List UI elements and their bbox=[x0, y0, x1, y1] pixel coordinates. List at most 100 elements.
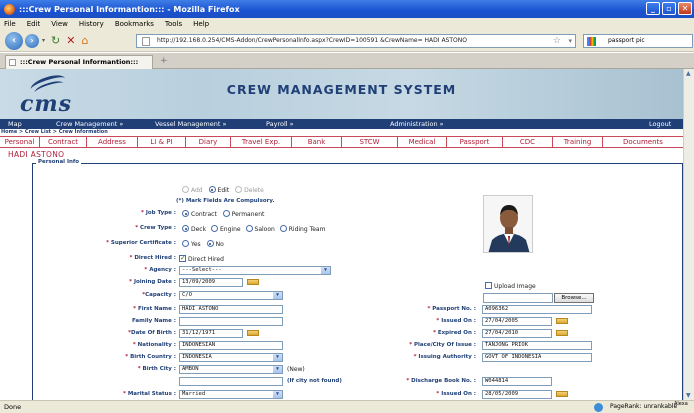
nav-logout[interactable]: Logout bbox=[649, 119, 671, 129]
birth-city-new[interactable]: (New) bbox=[287, 366, 305, 373]
tab-bank[interactable]: Bank bbox=[292, 137, 342, 148]
crew-type-riding-label: Riding Team bbox=[288, 226, 326, 233]
birth-city-select[interactable]: AMBON ▼ bbox=[179, 365, 283, 374]
joining-date-input[interactable]: 13/09/2009 bbox=[179, 278, 243, 287]
back-button[interactable]: ‹ bbox=[5, 31, 23, 50]
tab-passport[interactable]: Passport bbox=[447, 137, 503, 148]
tab-medical[interactable]: Medical bbox=[398, 137, 447, 148]
joining-date-label-text: Joining Date : bbox=[133, 279, 176, 285]
crew-type-deck-radio[interactable] bbox=[182, 225, 189, 232]
url-dropdown-icon[interactable]: ▾ bbox=[568, 35, 572, 47]
page-icon bbox=[142, 37, 150, 46]
superior-yes-radio[interactable] bbox=[182, 240, 189, 247]
search-engine-icon[interactable] bbox=[587, 37, 596, 46]
discharge-issued-input[interactable]: 28/05/2009 bbox=[482, 390, 552, 399]
tab-documents[interactable]: Documents bbox=[603, 137, 683, 148]
menu-view[interactable]: View bbox=[51, 20, 68, 28]
menu-history[interactable]: History bbox=[79, 20, 104, 28]
nationality-label-text: Nationality : bbox=[137, 342, 176, 348]
nav-vessel-management[interactable]: Vessel Management » bbox=[155, 119, 226, 129]
home-icon[interactable]: ⌂ bbox=[81, 34, 88, 47]
job-type-permanent-radio[interactable] bbox=[222, 210, 230, 217]
birth-country-select[interactable]: INDONESIA ▼ bbox=[179, 353, 283, 362]
superior-no-radio[interactable] bbox=[206, 240, 214, 247]
calendar-icon[interactable] bbox=[247, 279, 259, 285]
calendar-icon[interactable] bbox=[556, 318, 568, 324]
passport-no-input[interactable]: A096362 bbox=[482, 305, 592, 314]
crew-name: HADI ASTONO bbox=[8, 150, 65, 159]
history-dropdown-icon[interactable]: ▾ bbox=[42, 37, 45, 44]
job-type-contract-radio[interactable] bbox=[182, 210, 189, 217]
mode-add-radio[interactable] bbox=[182, 186, 189, 193]
browser-tab[interactable]: :::Crew Personal Informantion::: bbox=[5, 55, 153, 69]
forward-button[interactable]: › bbox=[25, 33, 39, 48]
menu-file[interactable]: File bbox=[4, 20, 16, 28]
new-tab-button[interactable]: + bbox=[160, 56, 168, 66]
dob-input[interactable]: 31/12/1971 bbox=[179, 329, 243, 338]
upload-image-checkbox[interactable] bbox=[485, 282, 492, 289]
calendar-icon[interactable] bbox=[556, 391, 568, 397]
tab-address[interactable]: Address bbox=[87, 137, 138, 148]
crew-type-label: * Crew Type : bbox=[135, 225, 176, 231]
breadcrumb-crew-list[interactable]: Crew List bbox=[25, 129, 51, 135]
tab-cdc[interactable]: CDC bbox=[503, 137, 553, 148]
reload-icon[interactable]: ↻ bbox=[51, 34, 60, 47]
nav-administration[interactable]: Administration » bbox=[390, 119, 444, 129]
nationality-input[interactable]: INDONESIAN bbox=[179, 341, 283, 350]
expired-on-label-text: Expired On : bbox=[437, 330, 476, 336]
menu-edit[interactable]: Edit bbox=[27, 20, 41, 28]
direct-hired-checkbox[interactable] bbox=[179, 254, 186, 262]
tab-li-pi[interactable]: LI & PI bbox=[138, 137, 186, 148]
addon-icon[interactable] bbox=[594, 403, 603, 412]
tab-stcw[interactable]: STCW bbox=[342, 137, 398, 148]
close-window-button[interactable]: ✕ bbox=[678, 2, 692, 15]
firefox-icon bbox=[4, 3, 15, 15]
scroll-up-icon[interactable]: ▲ bbox=[686, 70, 691, 77]
new-city-input[interactable] bbox=[179, 377, 283, 386]
tab-diary[interactable]: Diary bbox=[186, 137, 231, 148]
browse-button[interactable]: Browse... bbox=[554, 293, 594, 303]
agency-select[interactable]: ---Select--- ▼ bbox=[179, 266, 331, 275]
breadcrumb-home[interactable]: Home bbox=[1, 129, 17, 135]
family-name-input[interactable] bbox=[179, 317, 283, 326]
tab-training[interactable]: Training bbox=[553, 137, 603, 148]
menu-tools[interactable]: Tools bbox=[165, 20, 182, 28]
menu-help[interactable]: Help bbox=[193, 20, 209, 28]
menu-bookmarks[interactable]: Bookmarks bbox=[115, 20, 154, 28]
minimize-button[interactable]: _ bbox=[646, 2, 660, 15]
menu-bar: File Edit View History Bookmarks Tools H… bbox=[0, 18, 694, 30]
birth-city-label: * Birth City : bbox=[137, 366, 176, 372]
crew-type-engine-radio[interactable] bbox=[211, 225, 219, 232]
nav-crew-management[interactable]: Crew Management » bbox=[56, 119, 123, 129]
tab-travel-exp[interactable]: Travel Exp. bbox=[231, 137, 292, 148]
crew-type-saloon-radio[interactable] bbox=[245, 225, 253, 232]
calendar-icon[interactable] bbox=[556, 330, 568, 336]
vertical-scrollbar[interactable]: ▲ ▼ bbox=[683, 69, 694, 400]
bookmark-star-icon[interactable]: ☆ bbox=[553, 35, 561, 47]
first-name-input[interactable]: HADI ASTONO bbox=[179, 305, 283, 314]
nav-payroll[interactable]: Payroll » bbox=[266, 119, 294, 129]
calendar-icon[interactable] bbox=[247, 330, 259, 336]
expired-on-input[interactable]: 27/04/2010 bbox=[482, 329, 552, 338]
tab-contract[interactable]: Contract bbox=[40, 137, 87, 148]
upload-file-input[interactable] bbox=[483, 293, 553, 303]
url-bar[interactable]: http://192.168.0.254/CMS-Addon/CrewPerso… bbox=[136, 34, 576, 48]
issuing-authority-input[interactable]: GOVT OF INDONESIA bbox=[482, 353, 592, 362]
mode-delete-radio[interactable] bbox=[235, 186, 243, 193]
place-of-issue-input[interactable]: TANJONG PRIOK bbox=[482, 341, 592, 350]
crew-type-riding-radio[interactable] bbox=[279, 225, 287, 232]
tab-personal[interactable]: Personal bbox=[0, 137, 40, 148]
stop-icon[interactable]: ✕ bbox=[66, 34, 75, 47]
issued-on-input[interactable]: 27/04/2005 bbox=[482, 317, 552, 326]
discharge-book-input[interactable]: W044814 bbox=[482, 377, 552, 386]
marital-status-select[interactable]: Married ▼ bbox=[179, 390, 283, 399]
person-photo-icon bbox=[484, 196, 532, 252]
nav-map[interactable]: Map bbox=[8, 119, 22, 129]
birth-city-value: AMBON bbox=[182, 366, 199, 372]
mode-edit-radio[interactable] bbox=[208, 186, 216, 193]
banner-title: CREW MANAGEMENT SYSTEM bbox=[226, 82, 457, 97]
issued-on-label-text: Issued On : bbox=[441, 318, 476, 324]
search-box[interactable]: passport pic ⌕ bbox=[583, 34, 693, 48]
capacity-select[interactable]: C/O ▼ bbox=[179, 291, 283, 300]
maximize-button[interactable]: ▫ bbox=[662, 2, 676, 15]
